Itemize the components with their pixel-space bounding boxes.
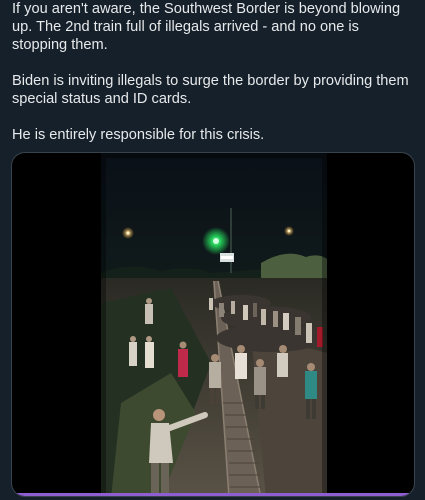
video-progress-bar[interactable] [12, 493, 414, 496]
tweet-paragraph-3: He is entirely responsible for this cris… [12, 127, 265, 143]
video-still [101, 153, 327, 496]
video-frame[interactable] [101, 153, 327, 496]
tweet-text: If you aren't aware, the Southwest Borde… [12, 0, 417, 144]
video-player[interactable] [11, 152, 415, 497]
tweet-paragraph-2: Biden is inviting illegals to surge the … [12, 73, 409, 107]
video-progress-fill [12, 493, 414, 496]
tweet-paragraph-1: If you aren't aware, the Southwest Borde… [12, 1, 401, 53]
tweet: If you aren't aware, the Southwest Borde… [0, 0, 425, 500]
